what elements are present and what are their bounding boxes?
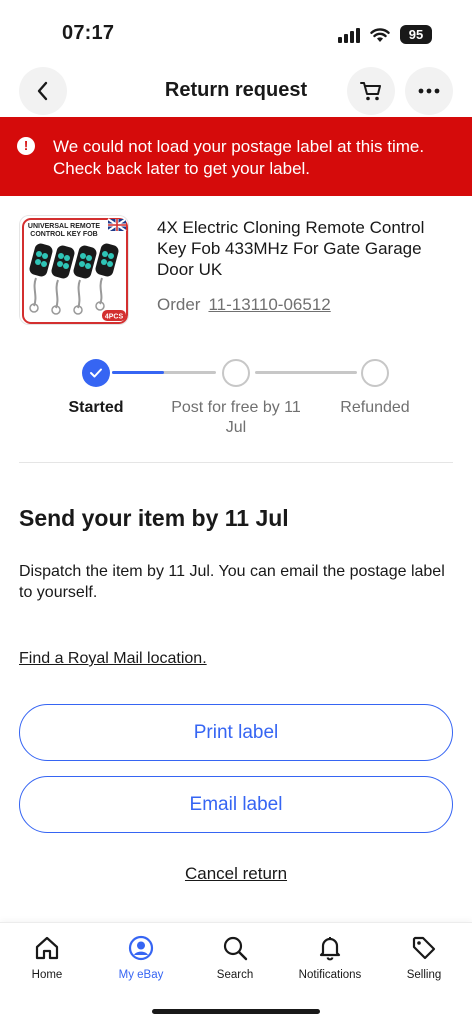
item-image[interactable]: UNIVERSAL REMOTE CONTROL KEY FOB 4PCS [19,215,129,325]
item-title[interactable]: 4X Electric Cloning Remote Control Key F… [157,217,457,280]
image-badge: 4PCS [105,314,124,321]
check-icon [90,368,102,378]
tab-notifications-label: Notifications [298,969,362,981]
cart-icon [360,82,381,101]
image-text-line1: UNIVERSAL REMOTE [28,223,101,230]
image-text-line2: CONTROL KEY FOB [30,231,97,238]
home-indicator [152,1009,320,1014]
more-horizontal-icon [418,88,440,94]
wifi-icon [370,27,390,42]
return-item[interactable]: UNIVERSAL REMOTE CONTROL KEY FOB 4PCS 4X… [19,215,459,327]
return-progress: Started Post for free by 11 Jul Refunded [0,358,472,448]
tab-my-ebay-label: My eBay [118,969,164,981]
royal-mail-link[interactable]: Find a Royal Mail location. [19,650,207,668]
signal-icon [338,27,360,43]
alert-icon: ! [17,137,35,155]
order-row: Order 11-13110-06512 [157,295,331,315]
order-number-link[interactable]: 11-13110-06512 [208,295,330,314]
status-time: 07:17 [62,22,115,44]
print-label-button[interactable]: Print label [19,704,453,761]
uk-flag [107,218,127,232]
tab-home[interactable]: Home [0,931,94,991]
progress-track-2 [255,371,357,374]
tab-selling[interactable]: Selling [377,931,471,991]
section-title: Send your item by 11 Jul [19,505,289,531]
step-started-check [82,359,110,387]
step-post-circle [222,359,250,387]
tag-icon [412,936,436,960]
step-refunded-circle [361,359,389,387]
header: Return request [0,66,472,116]
step-label-started: Started [68,399,124,416]
search-icon [223,936,248,961]
tab-notifications[interactable]: Notifications [283,931,377,991]
divider [19,462,453,463]
battery-indicator: 95 [400,25,432,44]
progress-fill-1 [112,371,164,374]
step-label-post: Post for free by 11 Jul [171,399,301,436]
email-label-button[interactable]: Email label [19,776,453,833]
bell-icon [319,937,341,961]
user-icon [128,935,154,961]
home-icon [35,936,59,960]
page-title: Return request [164,79,308,101]
tab-selling-label: Selling [406,969,442,981]
error-banner: ! We could not load your postage label a… [0,117,472,196]
error-message: We could not load your postage label at … [53,137,425,178]
tab-search[interactable]: Search [188,931,282,991]
cart-button[interactable] [347,67,395,115]
status-icons: 95 [338,25,432,44]
tab-search-label: Search [216,969,254,981]
step-label-refunded: Refunded [340,399,410,416]
section-description: Dispatch the item by 11 Jul. You can ema… [19,563,445,601]
more-button[interactable] [405,67,453,115]
order-label: Order [157,295,201,314]
tab-home-label: Home [31,969,63,981]
cancel-return-link[interactable]: Cancel return [0,864,472,884]
status-bar: 07:17 95 [0,0,472,64]
tab-my-ebay[interactable]: My eBay [94,931,188,991]
